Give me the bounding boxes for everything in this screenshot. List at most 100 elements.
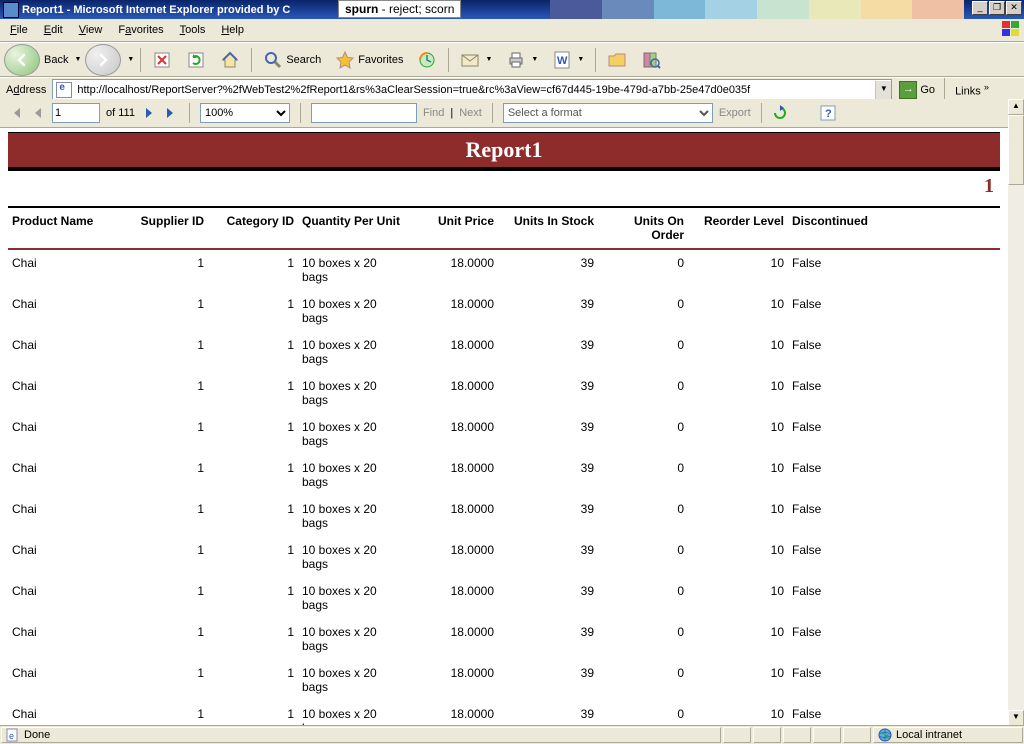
export-link[interactable]: Export bbox=[719, 107, 751, 119]
cell: 18.0000 bbox=[408, 496, 498, 537]
cell: 1 bbox=[208, 332, 298, 373]
table-row: Chai1110 boxes x 20 bags18.000039010Fals… bbox=[8, 455, 1000, 496]
rv-help-icon[interactable]: ? bbox=[820, 105, 836, 121]
address-box[interactable]: ▼ bbox=[52, 79, 892, 101]
back-label[interactable]: Back bbox=[44, 54, 68, 66]
scroll-down-icon[interactable]: ▼ bbox=[1008, 710, 1024, 726]
history-button[interactable] bbox=[412, 47, 442, 73]
cell: Chai bbox=[8, 373, 128, 414]
print-button[interactable]: ▼ bbox=[501, 47, 543, 73]
scroll-up-icon[interactable]: ▲ bbox=[1008, 99, 1024, 115]
cell: 1 bbox=[208, 701, 298, 727]
cell: 0 bbox=[598, 249, 688, 291]
search-button[interactable]: Search bbox=[258, 47, 326, 73]
menu-view[interactable]: View bbox=[73, 22, 109, 38]
address-dropdown-icon[interactable]: ▼ bbox=[875, 81, 891, 99]
close-button[interactable]: ✕ bbox=[1006, 1, 1022, 15]
cell: 18.0000 bbox=[408, 537, 498, 578]
toolbar-separator bbox=[595, 48, 596, 72]
page-input[interactable] bbox=[52, 103, 100, 123]
cell: 1 bbox=[208, 291, 298, 332]
cell: 0 bbox=[598, 701, 688, 727]
back-button[interactable] bbox=[4, 44, 40, 76]
cell: 10 bbox=[688, 332, 788, 373]
links-label[interactable]: Links » bbox=[951, 82, 993, 98]
cell: 10 boxes x 20 bags bbox=[298, 414, 408, 455]
restore-button[interactable]: ❐ bbox=[989, 1, 1005, 15]
rv-separator bbox=[761, 103, 762, 123]
menu-edit[interactable]: Edit bbox=[38, 22, 69, 38]
cell: 1 bbox=[128, 619, 208, 660]
zoom-select[interactable]: 100% bbox=[200, 103, 290, 123]
cell: 39 bbox=[498, 455, 598, 496]
favorites-button[interactable]: Favorites bbox=[330, 47, 408, 73]
forward-dropdown-icon[interactable]: ▼ bbox=[127, 56, 134, 63]
cell: 18.0000 bbox=[408, 455, 498, 496]
find-link[interactable]: Find bbox=[423, 107, 444, 119]
cell: Chai bbox=[8, 291, 128, 332]
word-icon: W bbox=[552, 50, 572, 70]
cell: 39 bbox=[498, 619, 598, 660]
next-link[interactable]: Next bbox=[459, 107, 482, 119]
menu-tools[interactable]: Tools bbox=[174, 22, 212, 38]
cell: 1 bbox=[128, 496, 208, 537]
back-dropdown-icon[interactable]: ▼ bbox=[74, 56, 81, 63]
last-page-icon[interactable] bbox=[163, 105, 179, 121]
rv-refresh-icon[interactable] bbox=[772, 105, 788, 121]
rv-separator bbox=[300, 103, 301, 123]
discuss-button[interactable] bbox=[602, 47, 632, 73]
minimize-button[interactable]: _ bbox=[972, 1, 988, 15]
cell: 10 boxes x 20 bags bbox=[298, 249, 408, 291]
status-slot bbox=[723, 727, 751, 743]
cell: 0 bbox=[598, 537, 688, 578]
mail-button[interactable]: ▼ bbox=[455, 47, 497, 73]
cell: 10 bbox=[688, 496, 788, 537]
back-arrow-icon bbox=[14, 52, 30, 68]
cell: False bbox=[788, 373, 1000, 414]
find-input[interactable] bbox=[311, 103, 417, 123]
cell: 10 boxes x 20 bags bbox=[298, 332, 408, 373]
report-title: Report1 bbox=[8, 132, 1000, 167]
mail-dropdown-icon: ▼ bbox=[485, 56, 492, 63]
menu-file[interactable]: File bbox=[4, 22, 34, 38]
prev-page-icon[interactable] bbox=[30, 105, 46, 121]
menubar: File Edit View Favorites Tools Help bbox=[0, 19, 1024, 42]
cell: 10 boxes x 20 bags bbox=[298, 619, 408, 660]
forward-button[interactable] bbox=[85, 44, 121, 76]
cell: 0 bbox=[598, 414, 688, 455]
cell: 39 bbox=[498, 291, 598, 332]
cell: 10 boxes x 20 bags bbox=[298, 537, 408, 578]
cell: False bbox=[788, 249, 1000, 291]
stop-button[interactable] bbox=[147, 47, 177, 73]
next-page-icon[interactable] bbox=[141, 105, 157, 121]
home-button[interactable] bbox=[215, 47, 245, 73]
cell: 18.0000 bbox=[408, 578, 498, 619]
stop-icon bbox=[152, 50, 172, 70]
cell: 0 bbox=[598, 619, 688, 660]
cell: 18.0000 bbox=[408, 373, 498, 414]
vertical-scrollbar[interactable]: ▲ ▼ bbox=[1008, 99, 1024, 726]
menu-favorites[interactable]: Favorites bbox=[112, 22, 169, 38]
cell: 1 bbox=[208, 496, 298, 537]
cell: 39 bbox=[498, 373, 598, 414]
toolbar-separator bbox=[448, 48, 449, 72]
first-page-icon[interactable] bbox=[8, 105, 24, 121]
cell: 10 bbox=[688, 619, 788, 660]
menu-help[interactable]: Help bbox=[215, 22, 250, 38]
format-select[interactable]: Select a format bbox=[503, 103, 713, 123]
status-slot bbox=[813, 727, 841, 743]
address-input[interactable] bbox=[75, 81, 875, 99]
scroll-thumb[interactable] bbox=[1008, 115, 1024, 185]
home-icon bbox=[220, 50, 240, 70]
edit-dropdown-icon: ▼ bbox=[577, 56, 584, 63]
refresh-button[interactable] bbox=[181, 47, 211, 73]
svg-text:?: ? bbox=[825, 108, 832, 120]
cell: False bbox=[788, 455, 1000, 496]
vocab-def: - reject; scorn bbox=[378, 2, 454, 16]
window-title: Report1 - Microsoft Internet Explorer pr… bbox=[22, 4, 290, 16]
col-header: Units On Order bbox=[598, 207, 688, 249]
status-slot bbox=[783, 727, 811, 743]
go-button[interactable]: → Go bbox=[896, 81, 938, 99]
research-button[interactable] bbox=[636, 47, 666, 73]
edit-button[interactable]: W ▼ bbox=[547, 47, 589, 73]
